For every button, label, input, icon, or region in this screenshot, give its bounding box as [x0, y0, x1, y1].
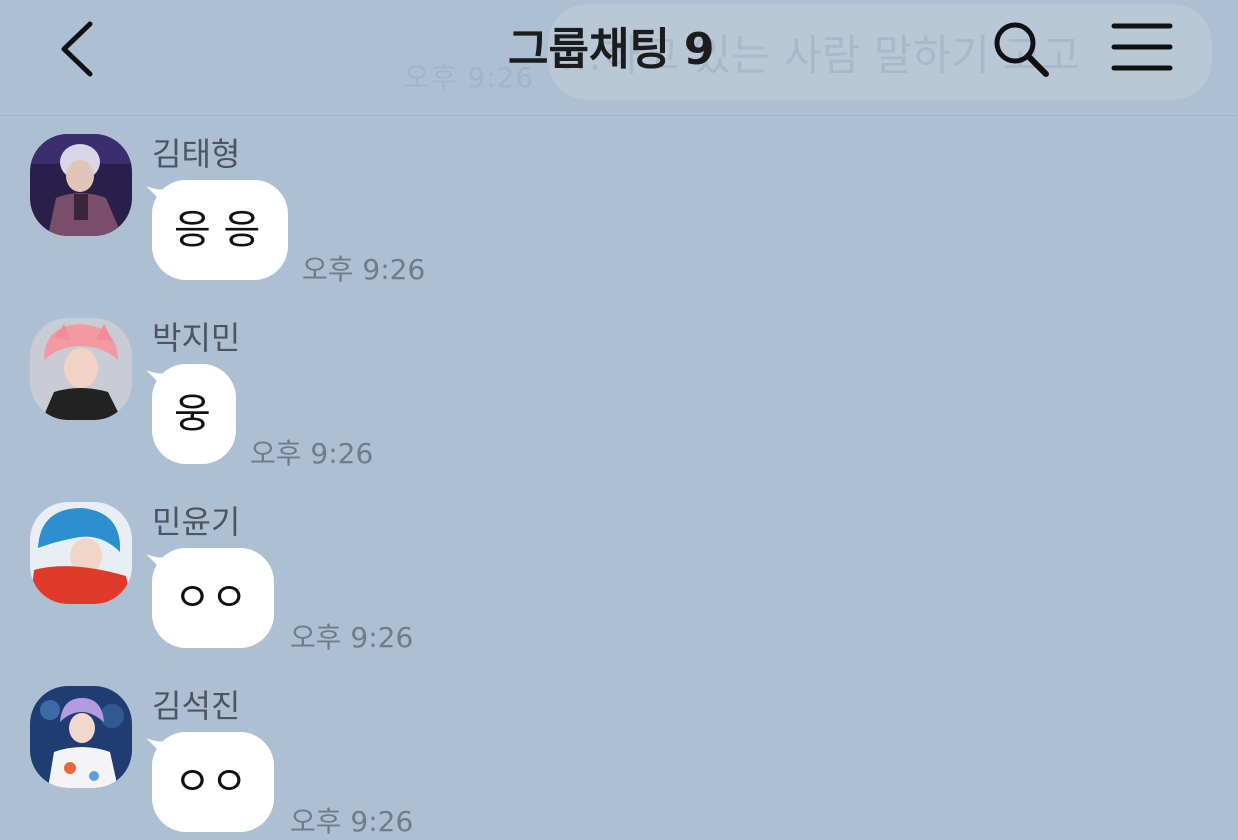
avatar[interactable]: [30, 502, 132, 604]
chat-room-name: 그룹채팅: [508, 24, 670, 75]
search-icon[interactable]: [988, 16, 1054, 82]
chat-title: 그룹채팅 9: [508, 20, 715, 80]
member-count: 9: [683, 24, 715, 75]
chat-header: 오후 9:26 …하고 있는 사람 말하기 고고 그룹채팅 9: [0, 0, 1238, 116]
message-bubble[interactable]: 웅: [152, 364, 236, 464]
message-time: 오후 9:26: [290, 621, 414, 654]
message-time: 오후 9:26: [250, 437, 374, 470]
message-time: 오후 9:26: [290, 805, 414, 838]
message-row: 민윤기 ㅇㅇ 오후 9:26: [0, 502, 1238, 672]
message-row: 김석진 ㅇㅇ 오후 9:26: [0, 686, 1238, 840]
message-bubble[interactable]: ㅇㅇ: [152, 732, 274, 832]
message-bubble[interactable]: ㅇㅇ: [152, 548, 274, 648]
menu-icon[interactable]: [1108, 20, 1176, 74]
message-row: 김태형 응 응 오후 9:26: [0, 134, 1238, 304]
message-row: 박지민 웅 오후 9:26: [0, 318, 1238, 488]
avatar[interactable]: [30, 134, 132, 236]
message-time: 오후 9:26: [302, 253, 426, 286]
sender-name: 김태형: [152, 135, 241, 173]
sender-name: 박지민: [152, 319, 241, 357]
sender-name: 김석진: [152, 687, 241, 725]
sender-name: 민윤기: [152, 503, 241, 541]
avatar[interactable]: [30, 318, 132, 420]
avatar[interactable]: [30, 686, 132, 788]
message-bubble[interactable]: 응 응: [152, 180, 288, 280]
back-icon[interactable]: [54, 18, 104, 80]
